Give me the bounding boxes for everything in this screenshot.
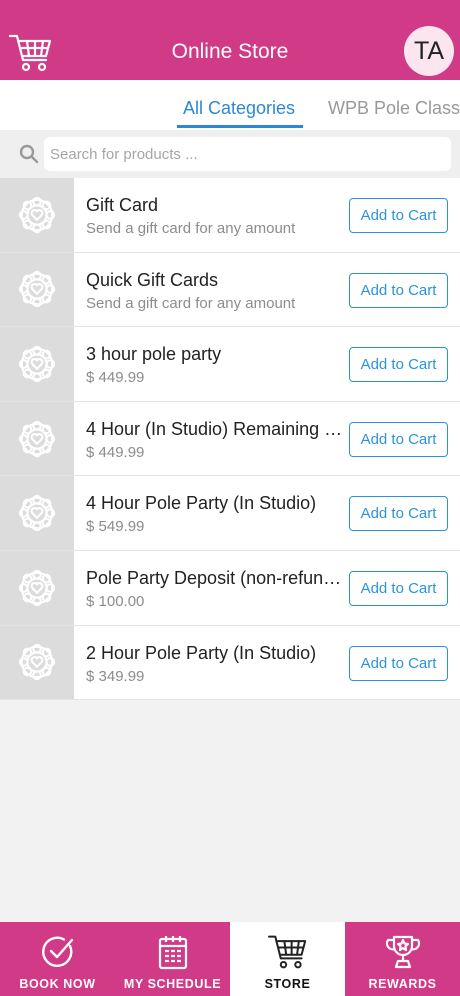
check-circle-icon <box>40 934 76 970</box>
bottom-nav: BOOK NOW MY SCHEDULE STORE REWARDS <box>0 922 460 996</box>
nav-label: STORE <box>264 977 311 991</box>
list-item[interactable]: Pole Party Deposit (non-refundable) $ 10… <box>0 550 460 626</box>
flower-logo-icon <box>18 569 56 606</box>
flower-logo-icon <box>18 271 56 308</box>
list-item[interactable]: 4 Hour Pole Party (In Studio) $ 549.99 A… <box>0 476 460 551</box>
calendar-icon <box>157 934 189 970</box>
product-thumbnail <box>0 252 74 327</box>
product-name: 4 Hour Pole Party (In Studio) <box>86 493 317 514</box>
add-to-cart-button[interactable]: Add to Cart <box>349 570 448 606</box>
nav-label: BOOK NOW <box>19 977 96 991</box>
product-thumbnail <box>0 625 74 700</box>
product-name: Pole Party Deposit (non-refundable) <box>86 567 344 588</box>
product-price: $ 100.00 <box>86 592 145 610</box>
nav-label: REWARDS <box>368 977 437 991</box>
nav-my-schedule[interactable]: MY SCHEDULE <box>115 922 230 996</box>
search-icon <box>19 144 39 164</box>
active-tab-indicator <box>177 125 303 128</box>
add-to-cart-button[interactable]: Add to Cart <box>349 496 448 532</box>
product-list: Gift Card Send a gift card for any amoun… <box>0 178 460 701</box>
cart-icon <box>266 934 310 970</box>
nav-store[interactable]: STORE <box>230 922 345 996</box>
page-title: Online Store <box>171 40 289 63</box>
add-to-cart-button[interactable]: Add to Cart <box>349 421 448 457</box>
search-bar <box>0 130 460 178</box>
nav-rewards[interactable]: REWARDS <box>345 922 460 996</box>
add-to-cart-button[interactable]: Add to Cart <box>349 272 448 308</box>
product-price: $ 449.99 <box>86 369 145 387</box>
avatar[interactable]: TA <box>404 26 454 76</box>
product-thumbnail <box>0 550 74 625</box>
product-name: Gift Card <box>86 195 159 215</box>
list-item[interactable]: 4 Hour (In Studio) Remaining Balance $ 4… <box>0 401 460 477</box>
flower-logo-icon <box>18 644 56 681</box>
add-to-cart-button[interactable]: Add to Cart <box>349 347 448 383</box>
product-thumbnail <box>0 178 74 252</box>
flower-logo-icon <box>18 495 56 532</box>
tab-wpb-pole-classes[interactable]: WPB Pole Classes <box>328 98 460 119</box>
product-name: Quick Gift Cards <box>86 269 219 290</box>
list-item[interactable]: 3 hour pole party $ 449.99 Add to Cart <box>0 327 460 402</box>
product-price: $ 549.99 <box>86 518 145 536</box>
category-tabs: All Categories WPB Pole Classes <box>0 80 460 130</box>
flower-logo-icon <box>18 196 56 233</box>
list-item[interactable]: Gift Card Send a gift card for any amoun… <box>0 178 460 253</box>
product-subtitle: Send a gift card for any amount <box>86 220 296 237</box>
product-thumbnail <box>0 401 74 476</box>
nav-book-now[interactable]: BOOK NOW <box>0 922 115 996</box>
product-price: $ 349.99 <box>86 667 145 685</box>
product-subtitle: Send a gift card for any amount <box>86 294 296 312</box>
product-name: 2 Hour Pole Party (In Studio) <box>86 642 317 663</box>
search-input[interactable] <box>44 137 451 171</box>
app-header: Online Store TA <box>0 0 460 80</box>
product-name: 4 Hour (In Studio) Remaining Balance <box>86 418 344 439</box>
add-to-cart-button[interactable]: Add to Cart <box>349 198 448 233</box>
flower-logo-icon <box>18 420 56 457</box>
flower-logo-icon <box>18 345 56 383</box>
trophy-icon <box>385 934 421 970</box>
tab-all-categories[interactable]: All Categories <box>183 98 295 119</box>
nav-label: MY SCHEDULE <box>123 977 222 991</box>
product-thumbnail <box>0 327 74 401</box>
product-thumbnail <box>0 476 74 550</box>
add-to-cart-button[interactable]: Add to Cart <box>349 645 448 681</box>
product-name: 3 hour pole party <box>86 344 222 365</box>
list-item[interactable]: 2 Hour Pole Party (In Studio) $ 349.99 A… <box>0 625 460 701</box>
list-item[interactable]: Quick Gift Cards Send a gift card for an… <box>0 252 460 328</box>
product-price: $ 449.99 <box>86 443 145 461</box>
